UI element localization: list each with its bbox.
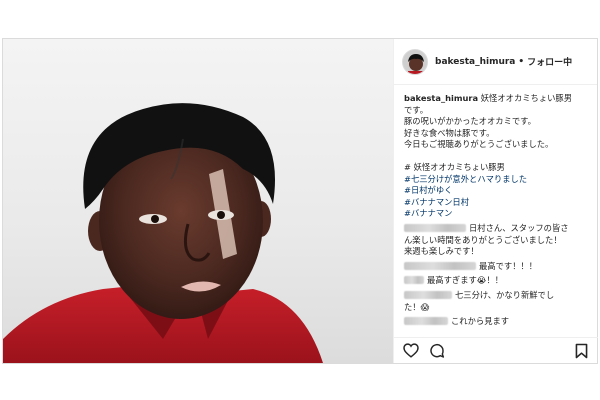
hashtag-link[interactable]: #バナナマン (404, 208, 589, 220)
comment-item: 日村さん、スタッフの皆さ ん楽しい時間をありがとうございました！ 来週も楽しみで… (404, 223, 589, 258)
comment-text: 最高です！！！ (479, 260, 538, 271)
blurred-username (404, 276, 424, 285)
username-link[interactable]: bakesta_himura (435, 57, 515, 67)
post-photo (3, 39, 393, 363)
comment-text: ん楽しい時間をありがとうございました！ (404, 234, 562, 245)
heart-icon[interactable] (402, 342, 420, 360)
caption-username[interactable]: bakesta_himura (404, 93, 478, 103)
comment-list: bakesta_himura 妖怪オオカミちょい豚男 です。 豚の呪いがかかった… (394, 85, 597, 328)
caption-line: です。 (404, 104, 429, 115)
comment-item: 最高です！！！ (404, 261, 589, 273)
comment-text: 七三分け、かなり新鮮でし (455, 289, 555, 300)
post-header: bakesta_himura • フォロー中 (394, 39, 597, 85)
comment-text: た！😱 (404, 301, 430, 312)
separator-dot: • (518, 56, 525, 67)
hashtag-link[interactable]: #日村がゆく (404, 185, 589, 197)
comment-item: これから見ます (404, 316, 589, 328)
caption-first-line: 妖怪オオカミちょい豚男 (480, 93, 573, 103)
action-bar (394, 337, 598, 363)
comment-text: 最高すぎます😭！！ (427, 275, 504, 286)
hashtag-text: # 妖怪オオカミちょい豚男 (404, 161, 505, 172)
blurred-username (404, 290, 452, 299)
instagram-post: bakesta_himura • フォロー中 bakesta_himura 妖怪… (2, 38, 598, 364)
hashtag-link[interactable]: #七三分けが意外とハマりました (404, 174, 589, 186)
blurred-username (404, 261, 476, 270)
avatar[interactable] (402, 48, 428, 75)
comment-text: 来週も楽しみです！ (404, 246, 479, 257)
comment-icon[interactable] (428, 342, 446, 360)
comment-text: 日村さん、スタッフの皆さ (469, 222, 569, 233)
post-side-panel: bakesta_himura • フォロー中 bakesta_himura 妖怪… (393, 39, 598, 363)
caption: bakesta_himura 妖怪オオカミちょい豚男 です。 豚の呪いがかかった… (404, 93, 589, 220)
portrait-illustration (3, 103, 323, 363)
blurred-username (404, 317, 448, 326)
caption-line: 今日もご視聴ありがとうございました。 (404, 139, 554, 150)
hashtag-link[interactable]: #バナナマン日村 (404, 197, 589, 209)
blurred-username (404, 223, 466, 232)
caption-line: 好きな食べ物は豚です。 (404, 127, 495, 138)
follow-status-button[interactable]: フォロー中 (527, 55, 572, 68)
comment-text: これから見ます (451, 316, 510, 327)
caption-line: 豚の呪いがかかったオオカミです。 (404, 116, 536, 127)
bookmark-icon[interactable] (572, 342, 590, 360)
comment-item: 最高すぎます😭！！ (404, 275, 589, 287)
comment-item: 七三分け、かなり新鮮でし た！😱 (404, 290, 589, 313)
